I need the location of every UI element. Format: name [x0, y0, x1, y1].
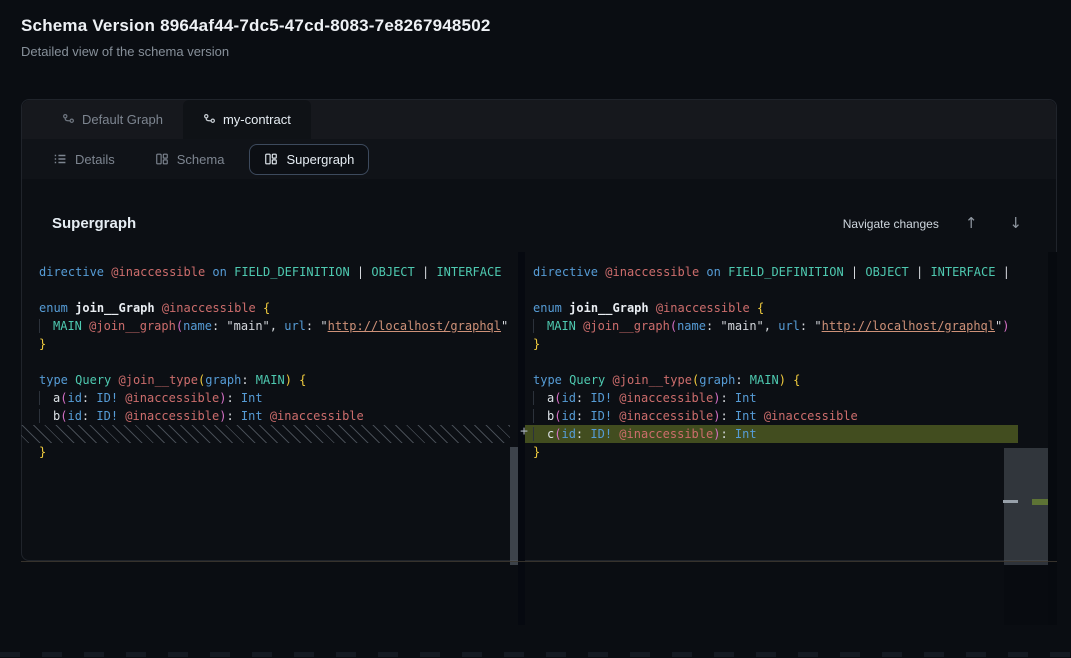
- indent-guide: [533, 409, 547, 423]
- code-line: [525, 281, 1018, 299]
- schema-version-page: Schema Version 8964af44-7dc5-47cd-8083-7…: [0, 0, 1071, 658]
- code-line: [21, 281, 510, 299]
- code-line: type Query @join__type(graph: MAIN) {: [21, 371, 510, 389]
- split-panels-icon: [155, 152, 169, 166]
- supergraph-diff-editor: directive @inaccessible on FIELD_DEFINIT…: [21, 252, 1057, 625]
- page-title: Schema Version 8964af44-7dc5-47cd-8083-7…: [21, 16, 491, 36]
- code-line: enum join__Graph @inaccessible {: [21, 299, 510, 317]
- subtab-label: Details: [75, 152, 115, 167]
- indent-guide: [39, 391, 53, 405]
- code-line: [21, 353, 510, 371]
- left-scrollbar-thumb[interactable]: [510, 447, 518, 565]
- supergraph-heading: Supergraph: [52, 215, 136, 232]
- indent-guide: [39, 409, 53, 423]
- list-details-icon: [53, 152, 67, 166]
- minimap-slider[interactable]: [1004, 448, 1048, 565]
- code-line: }: [525, 443, 1018, 461]
- tab-my-contract[interactable]: my-contract: [183, 100, 311, 139]
- indent-guide: [533, 427, 547, 441]
- code-line: type Query @join__type(graph: MAIN) {: [525, 371, 1018, 389]
- tab-details[interactable]: Details: [38, 144, 130, 175]
- tab-default-graph[interactable]: Default Graph: [42, 100, 183, 139]
- tab-supergraph[interactable]: Supergraph: [249, 144, 369, 175]
- code-line: a(id: ID! @inaccessible): Int: [525, 389, 1018, 407]
- tab-label: Default Graph: [82, 112, 163, 127]
- branch-icon: [62, 113, 75, 126]
- inserted-line-marker: +: [515, 424, 533, 439]
- indent-guide: [533, 319, 547, 333]
- navigate-changes-label: Navigate changes: [843, 217, 939, 231]
- indent-guide: [39, 319, 53, 333]
- subtab-label: Supergraph: [286, 152, 354, 167]
- page-subtitle: Detailed view of the schema version: [21, 44, 229, 59]
- code-line: MAIN @join__graph(name: "main", url: "ht…: [21, 317, 510, 335]
- added-code-line: c(id: ID! @inaccessible): Int: [525, 425, 1018, 443]
- code-line: MAIN @join__graph(name: "main", url: "ht…: [525, 317, 1018, 335]
- code-line: directive @inaccessible on FIELD_DEFINIT…: [21, 263, 510, 281]
- next-change-button[interactable]: ↓: [1003, 214, 1028, 233]
- diff-spacer-line: [21, 425, 510, 443]
- bottom-dashed-strip: [0, 652, 1071, 657]
- diff-original-pane[interactable]: directive @inaccessible on FIELD_DEFINIT…: [21, 252, 510, 625]
- branch-icon: [203, 113, 216, 126]
- card-bottom-border: [21, 561, 1057, 562]
- tab-schema[interactable]: Schema: [140, 144, 240, 175]
- graph-tab-strip: Default Graph my-contract: [22, 100, 1056, 139]
- code-line: directive @inaccessible on FIELD_DEFINIT…: [525, 263, 1018, 281]
- minimap-change-mark: [1003, 500, 1018, 503]
- code-line: b(id: ID! @inaccessible): Int @inaccessi…: [525, 407, 1018, 425]
- code-line: a(id: ID! @inaccessible): Int: [21, 389, 510, 407]
- diff-modified-pane[interactable]: directive @inaccessible on FIELD_DEFINIT…: [525, 252, 1057, 625]
- modified-code: directive @inaccessible on FIELD_DEFINIT…: [525, 263, 1057, 461]
- indent-guide: [533, 391, 547, 405]
- split-panels-icon: [264, 152, 278, 166]
- tab-label: my-contract: [223, 112, 291, 127]
- code-line: }: [525, 335, 1018, 353]
- overview-insertion-mark: [1032, 499, 1048, 505]
- previous-change-button[interactable]: ↑: [959, 214, 984, 233]
- code-line: b(id: ID! @inaccessible): Int @inaccessi…: [21, 407, 510, 425]
- subtab-label: Schema: [177, 152, 225, 167]
- code-line: [525, 353, 1018, 371]
- code-line: }: [21, 335, 510, 353]
- code-line: }: [21, 443, 510, 461]
- original-code: directive @inaccessible on FIELD_DEFINIT…: [21, 263, 510, 461]
- navigate-changes: Navigate changes ↑ ↓: [843, 214, 1028, 233]
- view-tab-strip: Details Schema Supergraph: [22, 139, 1056, 179]
- overview-ruler: [1048, 252, 1057, 625]
- code-line: enum join__Graph @inaccessible {: [525, 299, 1018, 317]
